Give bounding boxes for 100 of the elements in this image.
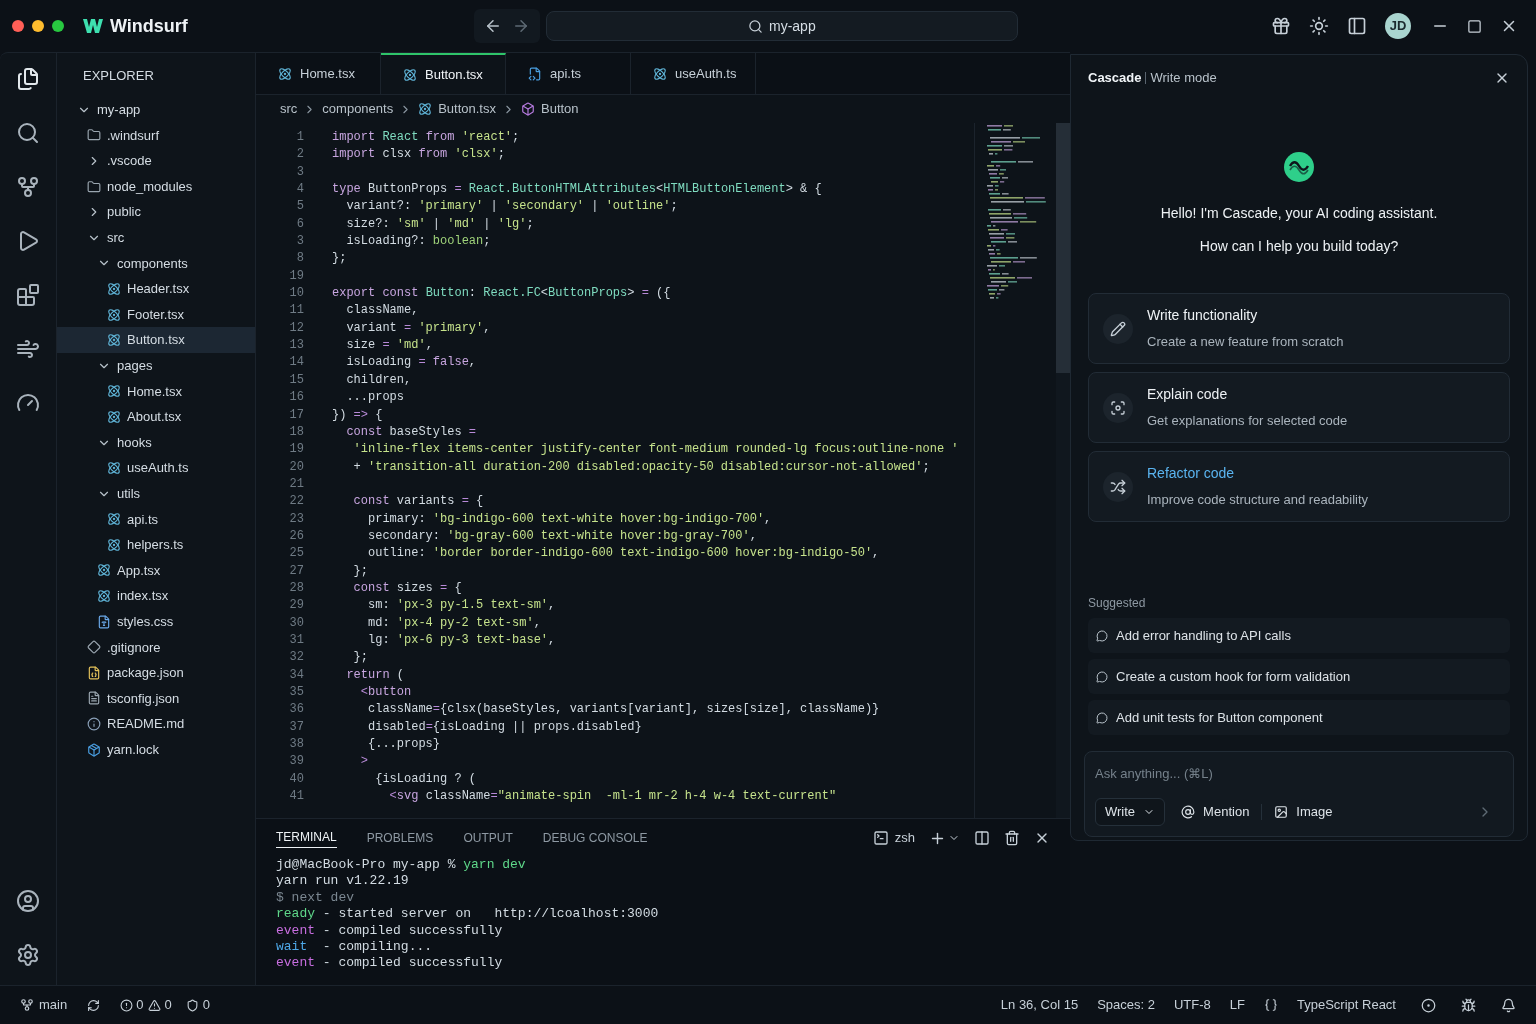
diamond-icon [87, 640, 101, 655]
gift-icon[interactable] [1271, 16, 1291, 36]
tree-item[interactable]: node_modules [57, 173, 255, 200]
tree-item[interactable]: api.ts [57, 506, 255, 533]
line-number: 21 [288, 475, 304, 493]
port-count[interactable]: 0 [202, 995, 210, 1015]
cursor-position[interactable]: Ln 36, Col 15 [1000, 995, 1079, 1015]
code-line: {...props} [367, 736, 441, 754]
line-number: 2 [295, 146, 304, 164]
tree-item[interactable]: .gitignore [57, 634, 255, 661]
files-icon[interactable] [16, 67, 40, 91]
tree-item[interactable]: hooks [57, 429, 255, 456]
tree-item[interactable]: components [57, 250, 255, 277]
react-file-icon [403, 67, 417, 82]
warning-count[interactable]: 0 [164, 995, 172, 1015]
panel-tab[interactable]: DEBUG CONSOLE [542, 829, 648, 847]
wind-icon[interactable] [16, 337, 40, 361]
code-line: return ( [345, 666, 404, 684]
terminal-line: event - compiled successfully [276, 922, 503, 940]
encoding[interactable]: UTF-8 [1174, 995, 1211, 1015]
tree-item[interactable]: tsconfig.json [57, 685, 255, 712]
branch-name[interactable]: main [39, 995, 68, 1015]
braces-icon[interactable] [1264, 998, 1278, 1012]
language-mode[interactable]: TypeScript React [1297, 995, 1396, 1015]
minimize-window-button[interactable] [32, 20, 44, 32]
editor-tab[interactable]: useAuth.ts [631, 53, 756, 94]
code-line: outline: 'border border-indigo-600 text-indigo-600 hover:bg-indigo-50', [367, 545, 880, 563]
zoom-window-button[interactable] [52, 20, 64, 32]
branch-icon[interactable] [16, 175, 40, 199]
pencil-icon [1110, 320, 1126, 337]
circle-dot-icon[interactable] [1421, 997, 1436, 1013]
tree-item[interactable]: my-app [57, 97, 255, 123]
editor-tab[interactable]: api.ts [506, 53, 631, 94]
line-number: 28 [288, 579, 304, 597]
tree-item[interactable]: App.tsx [57, 557, 255, 584]
tree-item[interactable]: Home.tsx [57, 378, 255, 405]
tree-item[interactable]: .windsurf [57, 122, 255, 149]
action-card[interactable]: Refactor code Improve code structure and readability [1088, 451, 1510, 522]
search-icon[interactable] [16, 121, 40, 145]
user-avatar[interactable]: JD [1385, 13, 1411, 39]
tree-item[interactable]: index.tsx [57, 583, 255, 609]
theme-icon[interactable] [1309, 16, 1329, 36]
settings-icon[interactable] [16, 943, 40, 967]
chat-input[interactable]: Ask anything... (⌘L) [1095, 764, 1503, 784]
tree-item[interactable]: Button.tsx [57, 327, 255, 353]
tree-item[interactable]: Footer.tsx [57, 301, 255, 328]
tree-item[interactable]: About.tsx [57, 404, 255, 430]
suggestion-item[interactable]: Add unit tests for Button component [1088, 700, 1510, 735]
error-count[interactable]: 0 [136, 995, 144, 1015]
breadcrumb[interactable]: Button [541, 99, 579, 119]
sync-icon[interactable] [87, 998, 101, 1012]
suggestion-item[interactable]: Create a custom hook for form validation [1088, 659, 1510, 694]
tree-item[interactable]: useAuth.ts [57, 455, 255, 481]
account-icon[interactable] [16, 889, 40, 913]
action-card[interactable]: Explain code Get explanations for selected code [1088, 372, 1510, 443]
tree-item[interactable]: helpers.ts [57, 532, 255, 558]
mention-button[interactable]: Mention [1181, 801, 1250, 822]
tree-item[interactable]: Header.tsx [57, 276, 255, 302]
search-field[interactable]: my-app [545, 11, 1018, 41]
suggestion-item[interactable]: Add error handling to API calls [1088, 618, 1510, 653]
action-description: Improve code structure and readability [1147, 491, 1369, 510]
image-button[interactable]: Image [1274, 801, 1333, 822]
editor-tab[interactable]: Button.tsx [381, 53, 506, 94]
terminal-icon[interactable] [872, 830, 889, 846]
line-number: 12 [288, 319, 304, 337]
action-card[interactable]: Write functionality Create a new feature from scratch [1088, 293, 1510, 364]
panel-tab[interactable]: PROBLEMS [366, 829, 434, 847]
terminal-line: wait - compiling... [276, 939, 433, 956]
scrollbar-thumb[interactable] [1056, 123, 1070, 373]
mode-dropdown[interactable]: Write [1095, 797, 1166, 826]
image-icon [1274, 804, 1289, 819]
tree-item[interactable]: utils [57, 480, 255, 507]
breadcrumb[interactable]: components [322, 99, 394, 119]
line-ending[interactable]: LF [1229, 995, 1245, 1015]
tree-item[interactable]: styles.css [57, 608, 255, 635]
breadcrumb[interactable]: Button.tsx [438, 99, 496, 119]
breadcrumb[interactable]: src [280, 99, 298, 119]
app-name: Windsurf [110, 14, 188, 38]
tree-item[interactable]: public [57, 199, 255, 225]
react-file-icon [97, 589, 111, 604]
indentation[interactable]: Spaces: 2 [1097, 995, 1155, 1015]
tree-item[interactable]: pages [57, 352, 255, 379]
shell-name[interactable]: zsh [894, 828, 915, 848]
bug-icon[interactable] [1461, 997, 1476, 1013]
panel-tab[interactable]: TERMINAL [276, 828, 337, 848]
tree-item[interactable]: .vscode [57, 148, 255, 174]
close-window-button[interactable] [12, 20, 24, 32]
maximize-icon[interactable] [1467, 18, 1482, 34]
tree-item[interactable]: README.md [57, 711, 255, 737]
line-number: 41 [288, 788, 304, 806]
trash-icon[interactable] [1004, 830, 1020, 846]
panel-tab[interactable]: OUTPUT [463, 829, 513, 847]
split-icon[interactable] [974, 830, 990, 846]
tree-item[interactable]: yarn.lock [57, 736, 255, 763]
line-number: 37 [288, 718, 304, 736]
bell-icon[interactable] [1501, 997, 1516, 1013]
panel-toggle-icon[interactable] [1347, 16, 1367, 36]
tree-item[interactable]: package.json [57, 660, 255, 686]
blocks-icon[interactable] [16, 283, 40, 307]
tree-item[interactable]: src [57, 224, 255, 251]
